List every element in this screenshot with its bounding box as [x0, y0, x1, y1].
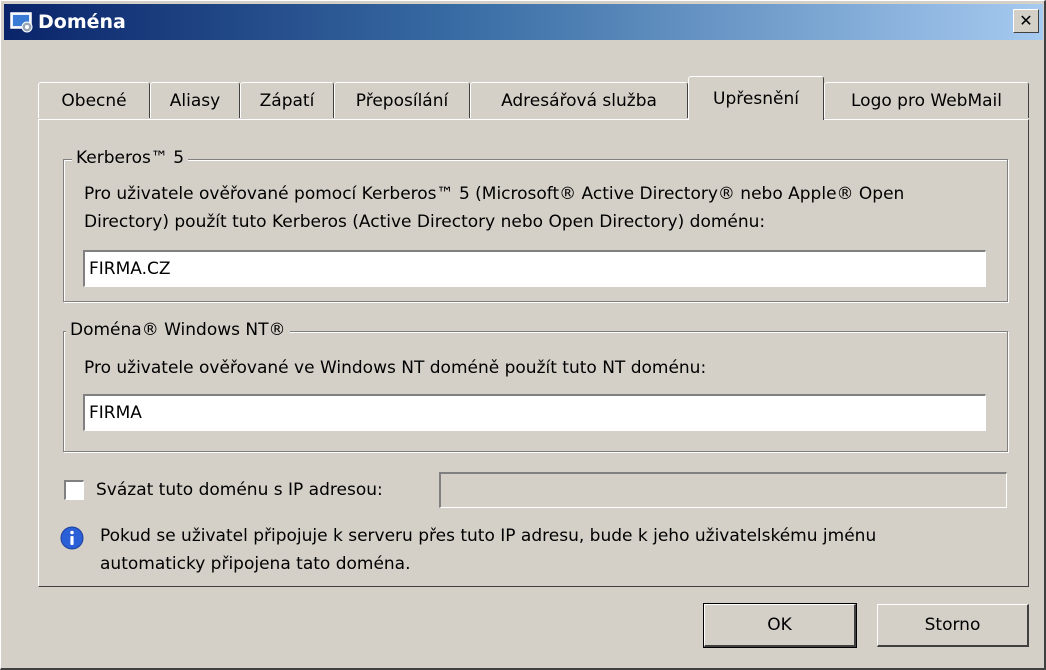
- tab-label: Adresářová služba: [501, 90, 657, 111]
- nt-domain-input[interactable]: FIRMA: [83, 394, 986, 431]
- tab-preposilani[interactable]: Přeposílání: [334, 82, 470, 118]
- tab-obecne[interactable]: Obecné: [38, 82, 150, 118]
- nt-domain-group: Doména® Windows NT® Pro uživatele ověřov…: [63, 320, 1008, 452]
- tab-upresneni[interactable]: Upřesnění: [688, 76, 824, 120]
- info-text-line2: automaticky připojena tato doména.: [100, 554, 411, 574]
- tab-label: Logo pro WebMail: [851, 90, 1002, 111]
- ip-address-input[interactable]: [439, 472, 1007, 508]
- tab-adresarova-sluzba[interactable]: Adresářová služba: [470, 82, 688, 118]
- domain-dialog: Doména ✕ Obecné Aliasy Zápatí Přeposílán…: [0, 0, 1046, 670]
- cancel-button-label: Storno: [924, 615, 981, 635]
- tab-logo-pro-webmail[interactable]: Logo pro WebMail: [824, 82, 1029, 118]
- tab-label: Přeposílání: [355, 90, 449, 111]
- domain-app-icon: [10, 10, 34, 34]
- nt-domain-legend: Doména® Windows NT®: [66, 320, 290, 340]
- kerberos-group: Kerberos™ 5 Pro uživatele ověřované pomo…: [63, 148, 1008, 302]
- nt-domain-description: Pro uživatele ověřované ve Windows NT do…: [84, 358, 707, 378]
- kerberos-legend: Kerberos™ 5: [72, 148, 189, 168]
- tab-label: Zápatí: [259, 90, 315, 111]
- info-icon: [60, 526, 84, 550]
- bind-ip-label[interactable]: Svázat tuto doménu s IP adresou:: [96, 476, 383, 504]
- close-icon: ✕: [1019, 11, 1033, 30]
- ok-button[interactable]: OK: [703, 603, 857, 648]
- window-title: Doména: [38, 11, 126, 33]
- ok-button-label: OK: [767, 615, 792, 635]
- kerberos-description-line1: Pro uživatele ověřované pomocí Kerberos™…: [84, 184, 905, 204]
- tab-aliasy[interactable]: Aliasy: [150, 82, 240, 118]
- title-bar[interactable]: Doména ✕: [4, 4, 1043, 40]
- tab-label: Aliasy: [169, 90, 221, 111]
- tab-zapati[interactable]: Zápatí: [240, 82, 334, 118]
- info-text-line1: Pokud se uživatel připojuje k serveru př…: [100, 526, 877, 546]
- tab-label: Obecné: [61, 90, 127, 111]
- tab-panel-upresneni: Kerberos™ 5 Pro uživatele ověřované pomo…: [38, 119, 1029, 587]
- bind-ip-checkbox[interactable]: [64, 480, 84, 500]
- tab-label: Upřesnění: [713, 88, 799, 109]
- kerberos-domain-input[interactable]: FIRMA.CZ: [83, 250, 986, 287]
- cancel-button[interactable]: Storno: [877, 604, 1029, 647]
- kerberos-description-line2: Directory) použít tuto Kerberos (Active …: [84, 212, 766, 232]
- close-button[interactable]: ✕: [1013, 9, 1039, 33]
